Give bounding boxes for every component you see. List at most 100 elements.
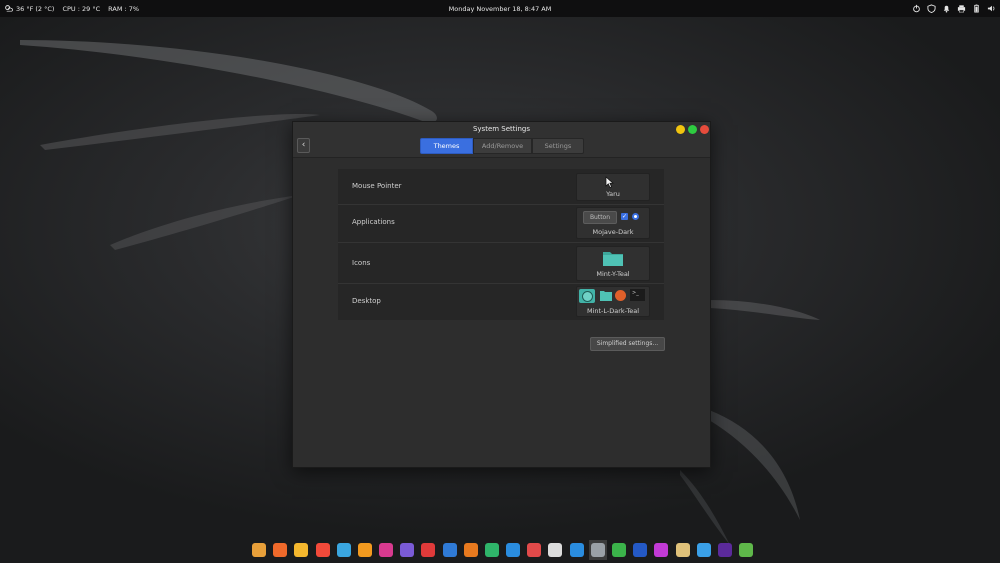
- chooser-value: Mint-Y-Teal: [596, 270, 630, 278]
- row-label: Applications: [352, 218, 395, 226]
- dock-launcher-app-8[interactable]: [398, 540, 416, 560]
- dock-launcher-app-11[interactable]: [462, 540, 480, 560]
- app-7-icon: [379, 543, 394, 557]
- tab-add-remove[interactable]: Add/Remove: [473, 138, 532, 154]
- dock-launcher-app-3[interactable]: [292, 540, 310, 560]
- app-10-icon: [442, 543, 457, 557]
- app-19-icon: [633, 543, 648, 557]
- power-icon[interactable]: [912, 4, 921, 13]
- app-17-icon: [590, 543, 605, 557]
- dock-launcher-app-12[interactable]: [483, 540, 501, 560]
- preview-button: Button: [583, 211, 617, 224]
- back-button[interactable]: ‹: [297, 138, 310, 153]
- dock-launcher-app-24[interactable]: [737, 540, 755, 560]
- app-16-icon: [569, 543, 584, 557]
- dock-launcher-app-17[interactable]: [588, 540, 607, 560]
- top-panel: 36 °F (2 °C) CPU : 29 °C RAM : 7% Monday…: [0, 0, 1000, 17]
- app-22-icon: [696, 543, 711, 557]
- app-9-icon: [421, 543, 436, 557]
- dock-launcher-app-22[interactable]: [695, 540, 713, 560]
- mouse-cursor-icon: [605, 176, 614, 188]
- dock-launcher-app-13[interactable]: [504, 540, 522, 560]
- tab-themes[interactable]: Themes: [420, 138, 473, 154]
- dock: [248, 539, 755, 561]
- weather-icon: [5, 5, 13, 12]
- dock-launcher-app-7[interactable]: [377, 540, 395, 560]
- volume-icon[interactable]: [987, 4, 996, 13]
- app-20-icon: [654, 543, 669, 557]
- close-button[interactable]: [700, 125, 709, 134]
- cpu-applet[interactable]: CPU : 29 °C: [62, 5, 100, 13]
- mint-menu-icon: [579, 289, 595, 303]
- dock-launcher-app-18[interactable]: [610, 540, 628, 560]
- view-switcher: Themes Add/Remove Settings: [420, 138, 584, 154]
- dock-launcher-app-14[interactable]: [525, 540, 543, 560]
- themes-list: Mouse Pointer Yaru Applications Button ✓…: [338, 169, 664, 320]
- dock-launcher-app-16[interactable]: [568, 540, 586, 560]
- firefox-icon: [615, 290, 626, 301]
- row-mouse-pointer: Mouse Pointer Yaru: [338, 169, 664, 205]
- battery-icon[interactable]: [972, 4, 981, 13]
- chooser-value: Mojave-Dark: [592, 228, 634, 236]
- printer-icon[interactable]: [957, 4, 966, 13]
- dock-launcher-app-1[interactable]: [250, 540, 268, 560]
- app-18-icon: [612, 543, 626, 557]
- checkbox-icon: ✓: [621, 213, 628, 220]
- dock-launcher-app-21[interactable]: [673, 540, 691, 560]
- mouse-pointer-chooser[interactable]: Yaru: [576, 173, 650, 201]
- app-15-icon: [548, 543, 563, 557]
- simplified-settings-button[interactable]: Simplified settings...: [590, 337, 665, 351]
- row-label: Icons: [352, 259, 371, 267]
- minimize-button[interactable]: [676, 125, 685, 134]
- window-titlebar[interactable]: System Settings ‹ Themes Add/Remove Sett…: [293, 122, 710, 158]
- app-6-icon: [357, 543, 372, 557]
- app-1-icon: [252, 543, 267, 557]
- dock-launcher-app-10[interactable]: [441, 540, 459, 560]
- system-settings-window: System Settings ‹ Themes Add/Remove Sett…: [292, 121, 711, 468]
- app-3-icon: [294, 543, 309, 557]
- app-14-icon: [527, 543, 542, 557]
- dock-launcher-app-2[interactable]: [271, 540, 289, 560]
- app-12-icon: [484, 543, 499, 557]
- app-8-icon: [400, 543, 415, 557]
- weather-applet[interactable]: 36 °F (2 °C): [4, 4, 54, 13]
- row-label: Mouse Pointer: [352, 182, 402, 190]
- dock-launcher-app-20[interactable]: [652, 540, 670, 560]
- dock-launcher-app-19[interactable]: [631, 540, 649, 560]
- clock[interactable]: Monday November 18, 8:47 AM: [449, 5, 552, 13]
- app-23-icon: [717, 543, 732, 557]
- radio-icon: [632, 213, 639, 220]
- dock-launcher-app-6[interactable]: [356, 540, 374, 560]
- terminal-icon: >_: [630, 289, 645, 301]
- ram-applet[interactable]: RAM : 7%: [108, 5, 139, 13]
- tab-settings[interactable]: Settings: [532, 138, 584, 154]
- dock-launcher-app-15[interactable]: [546, 540, 564, 560]
- maximize-button[interactable]: [688, 125, 697, 134]
- app-21-icon: [675, 543, 690, 557]
- cpu-label: CPU : 29 °C: [62, 4, 101, 13]
- dock-launcher-app-23[interactable]: [716, 540, 734, 560]
- bell-icon[interactable]: [942, 4, 951, 13]
- app-2-icon: [273, 543, 288, 557]
- desktop-chooser[interactable]: >_ Mint-L-Dark-Teal: [576, 286, 650, 317]
- weather-label: 36 °F (2 °C): [16, 4, 55, 13]
- app-5-icon: [336, 543, 351, 557]
- chooser-value: Mint-L-Dark-Teal: [586, 307, 640, 315]
- chevron-left-icon: ‹: [301, 140, 306, 150]
- folder-icon: [600, 291, 612, 301]
- row-icons: Icons Mint-Y-Teal: [338, 243, 664, 284]
- folder-icon: [603, 252, 623, 266]
- app-13-icon: [506, 543, 521, 557]
- app-4-icon: [315, 543, 330, 557]
- dock-launcher-app-5[interactable]: [335, 540, 353, 560]
- app-24-icon: [739, 543, 754, 557]
- shield-icon[interactable]: [927, 4, 936, 13]
- window-title: System Settings: [472, 125, 531, 133]
- row-label: Desktop: [352, 297, 381, 305]
- icons-chooser[interactable]: Mint-Y-Teal: [576, 246, 650, 281]
- applications-chooser[interactable]: Button ✓ Mojave-Dark: [576, 207, 650, 239]
- dock-launcher-app-9[interactable]: [419, 540, 437, 560]
- row-desktop: Desktop >_ Mint-L-Dark-Teal: [338, 284, 664, 320]
- app-11-icon: [463, 543, 478, 557]
- dock-launcher-app-4[interactable]: [314, 540, 332, 560]
